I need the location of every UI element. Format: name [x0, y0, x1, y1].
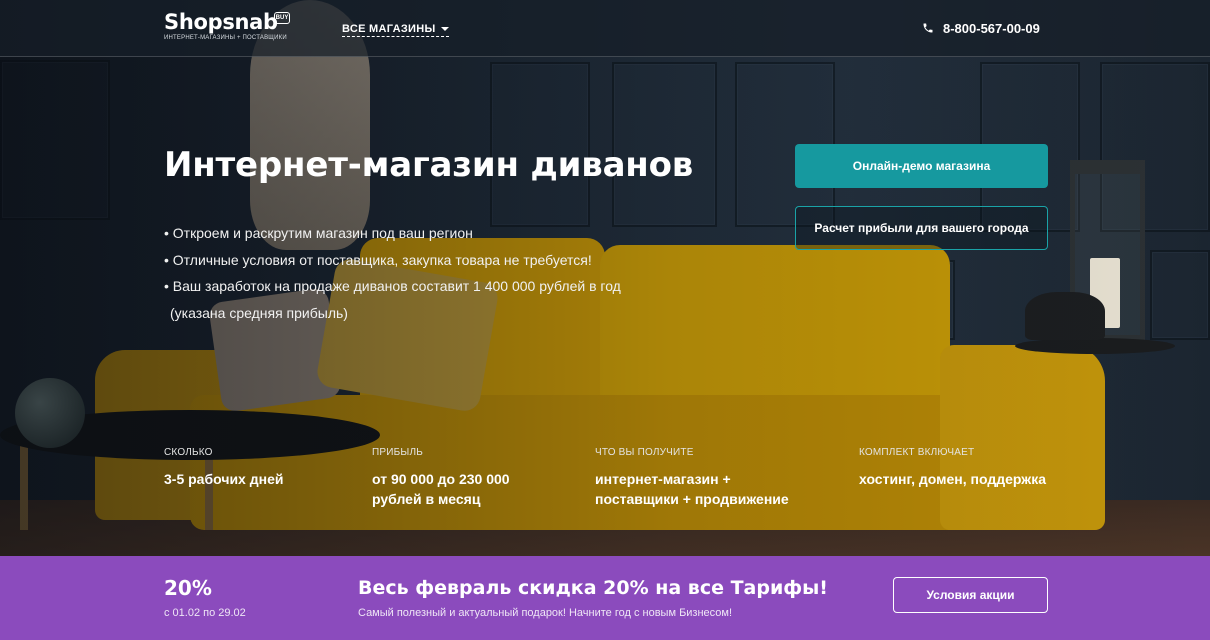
- stat-label: ПРИБЫЛЬ: [372, 447, 423, 458]
- all-stores-label: ВСЕ МАГАЗИНЫ: [342, 23, 436, 35]
- site-header: Shopsnab BUY ИНТЕРНЕТ-МАГАЗИНЫ + ПОСТАВЩ…: [0, 0, 1210, 57]
- phone-icon: [923, 23, 933, 33]
- stat-label: ЧТО ВЫ ПОЛУЧИТЕ: [595, 447, 694, 458]
- page-title: Интернет-магазин диванов: [164, 145, 694, 185]
- promo-subtitle: Самый полезный и актуальный подарок! Нач…: [358, 607, 733, 619]
- promo-dates: с 01.02 по 29.02: [164, 607, 246, 619]
- promo-title: Весь февраль скидка 20% на все Тарифы!: [358, 577, 828, 599]
- logo[interactable]: Shopsnab BUY ИНТЕРНЕТ-МАГАЗИНЫ + ПОСТАВЩ…: [164, 10, 290, 41]
- stat-package: КОМПЛЕКТ ВКЛЮЧАЕТ хостинг, домен, поддер…: [859, 447, 1059, 489]
- stat-duration: СКОЛЬКО 3-5 рабочих дней: [164, 447, 304, 489]
- stat-label: СКОЛЬКО: [164, 447, 213, 458]
- promo-banner: 20% с 01.02 по 29.02 Весь февраль скидка…: [0, 556, 1210, 640]
- stat-what-you-get: ЧТО ВЫ ПОЛУЧИТЕ интернет-магазин + поста…: [595, 447, 805, 509]
- benefit-item: • Откроем и раскрутим магазин под ваш ре…: [164, 225, 473, 241]
- stat-value: интернет-магазин + поставщики + продвиже…: [595, 471, 789, 507]
- stat-profit: ПРИБЫЛЬ от 90 000 до 230 000 рублей в ме…: [372, 447, 547, 509]
- promo-terms-button[interactable]: Условия акции: [893, 577, 1048, 613]
- profit-calculation-button[interactable]: Расчет прибыли для вашего города: [795, 206, 1048, 250]
- phone-number: 8-800-567-00-09: [943, 21, 1040, 36]
- stat-label: КОМПЛЕКТ ВКЛЮЧАЕТ: [859, 447, 975, 458]
- stat-value: хостинг, домен, поддержка: [859, 471, 1046, 487]
- caret-down-icon: [440, 27, 449, 32]
- benefit-item: • Отличные условия от поставщика, закупк…: [164, 251, 592, 268]
- all-stores-dropdown[interactable]: ВСЕ МАГАЗИНЫ: [342, 23, 449, 37]
- benefit-note: (указана средняя прибыль): [170, 304, 348, 321]
- logo-name: Shopsnab: [164, 10, 278, 34]
- promo-percent: 20%: [164, 576, 212, 600]
- phone-link[interactable]: 8-800-567-00-09: [922, 21, 1040, 36]
- logo-badge: BUY: [274, 12, 290, 24]
- stat-value: 3-5 рабочих дней: [164, 471, 284, 487]
- benefit-item: • Ваш заработок на продаже диванов соста…: [164, 278, 621, 294]
- logo-tagline: ИНТЕРНЕТ-МАГАЗИНЫ + ПОСТАВЩИКИ: [164, 35, 287, 41]
- online-demo-button[interactable]: Онлайн-демо магазина: [795, 144, 1048, 188]
- stat-value: от 90 000 до 230 000 рублей в месяц: [372, 471, 510, 507]
- benefits-list: • Откроем и раскрутим магазин под ваш ре…: [164, 220, 621, 326]
